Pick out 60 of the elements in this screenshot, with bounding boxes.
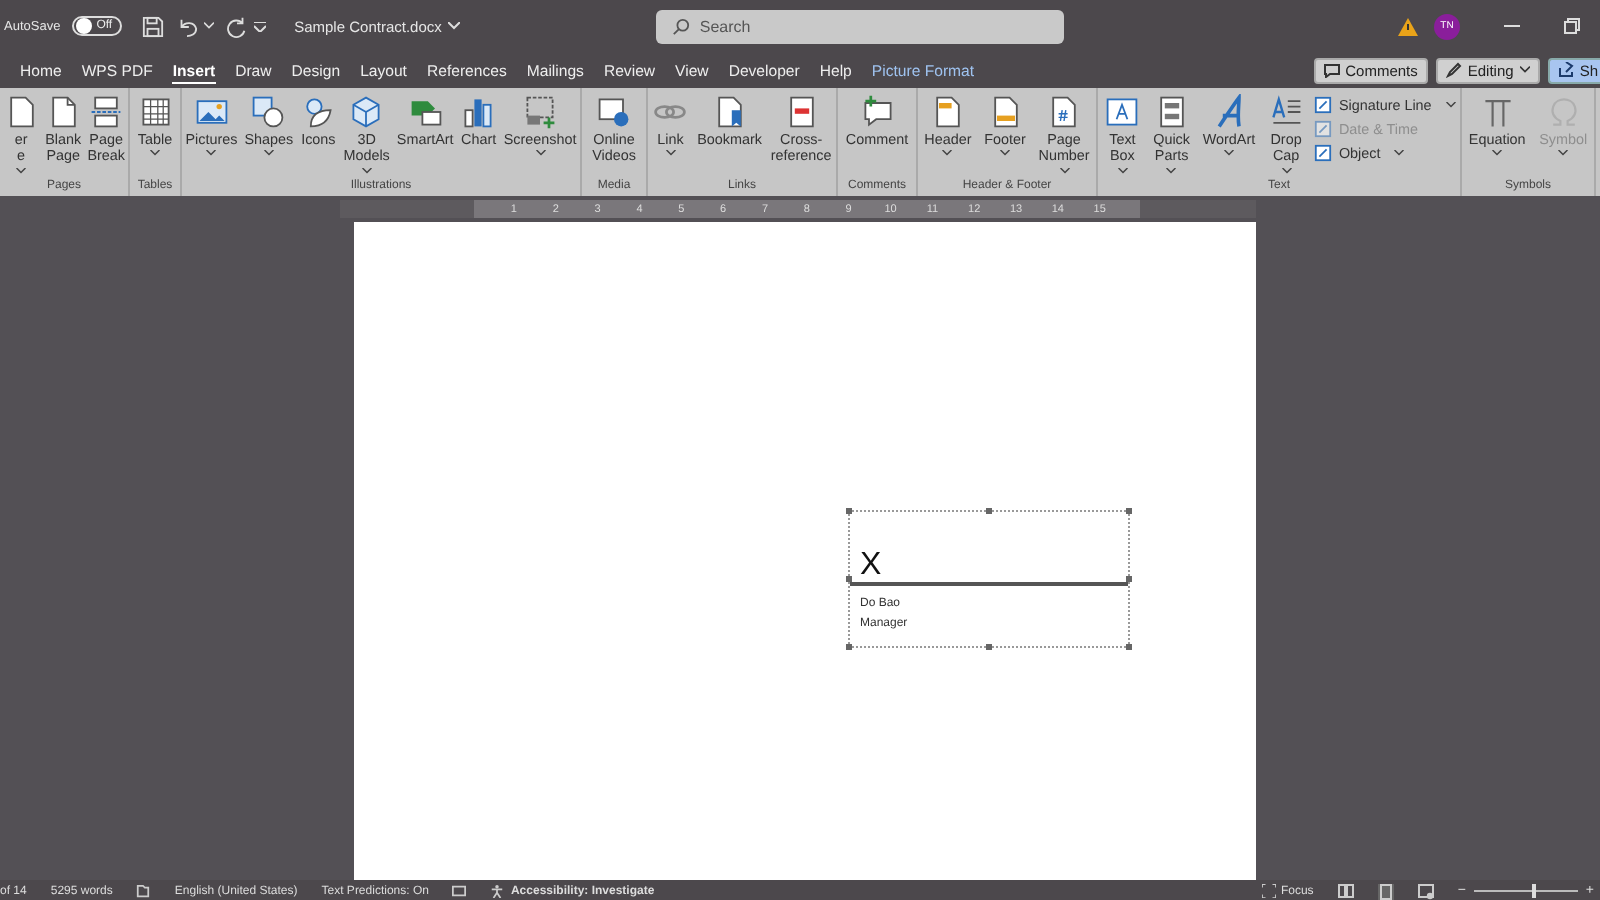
caret-icon [361,167,372,174]
cube-icon [348,94,385,130]
customize-icon[interactable] [254,21,267,31]
restore-icon[interactable] [1564,18,1580,34]
shapes-icon [250,94,287,130]
read-mode-icon[interactable] [1337,884,1354,898]
caret-icon [1224,150,1234,157]
warning-icon[interactable] [1398,17,1418,35]
chevron-icon[interactable] [447,22,460,30]
caret-icon [206,150,217,157]
caret-icon [1117,167,1128,174]
search-field[interactable]: Search [655,9,1064,43]
resize-handle[interactable] [846,508,852,514]
caret-icon [1519,66,1530,74]
redo-icon[interactable] [226,15,249,37]
picture-icon [193,94,230,130]
focus-icon [1262,884,1277,898]
page-break-icon [88,94,125,130]
resize-handle[interactable] [986,508,992,514]
print-layout-icon[interactable] [1377,883,1394,899]
web-layout-icon[interactable] [1417,883,1434,899]
caret-icon [16,167,27,174]
pencil-icon [1445,62,1462,78]
caret-icon [535,150,546,157]
caret-icon [1281,167,1292,174]
share-icon [1557,62,1574,78]
caret-icon [942,150,953,157]
comment-icon [1323,63,1340,77]
caret-icon [1000,150,1010,157]
text-box-icon [1104,94,1141,130]
screenshot-icon [522,94,559,130]
resize-handle[interactable] [1126,644,1132,650]
caret-icon [1394,150,1405,156]
caret-icon [1166,167,1177,174]
bar-chart-icon [460,94,497,130]
resize-handle[interactable] [846,644,852,650]
drop-cap-icon [1268,94,1305,130]
table-icon [137,94,173,130]
caret-icon [150,150,160,157]
resize-handle[interactable] [1126,576,1132,582]
resize-handle[interactable] [846,576,852,582]
pi-icon [1479,94,1516,130]
caret-icon [665,150,676,157]
caret-icon [1445,102,1456,108]
caret-icon [1492,150,1503,157]
video-globe-icon [596,94,632,130]
caret-icon [263,150,274,157]
save-icon[interactable] [142,15,165,37]
comment-icon [859,94,895,130]
undo-icon[interactable] [176,15,199,37]
resize-handle[interactable] [986,644,992,650]
search-icon [671,17,690,35]
resize-handle[interactable] [1126,508,1132,514]
keyboard-icon[interactable] [452,884,467,898]
signature-x: X [860,552,882,580]
caret-icon[interactable] [204,22,215,30]
leaf-icon [300,94,337,130]
caret-icon [1059,167,1070,174]
accessibility-icon [490,884,505,898]
caret-icon [1558,150,1569,157]
